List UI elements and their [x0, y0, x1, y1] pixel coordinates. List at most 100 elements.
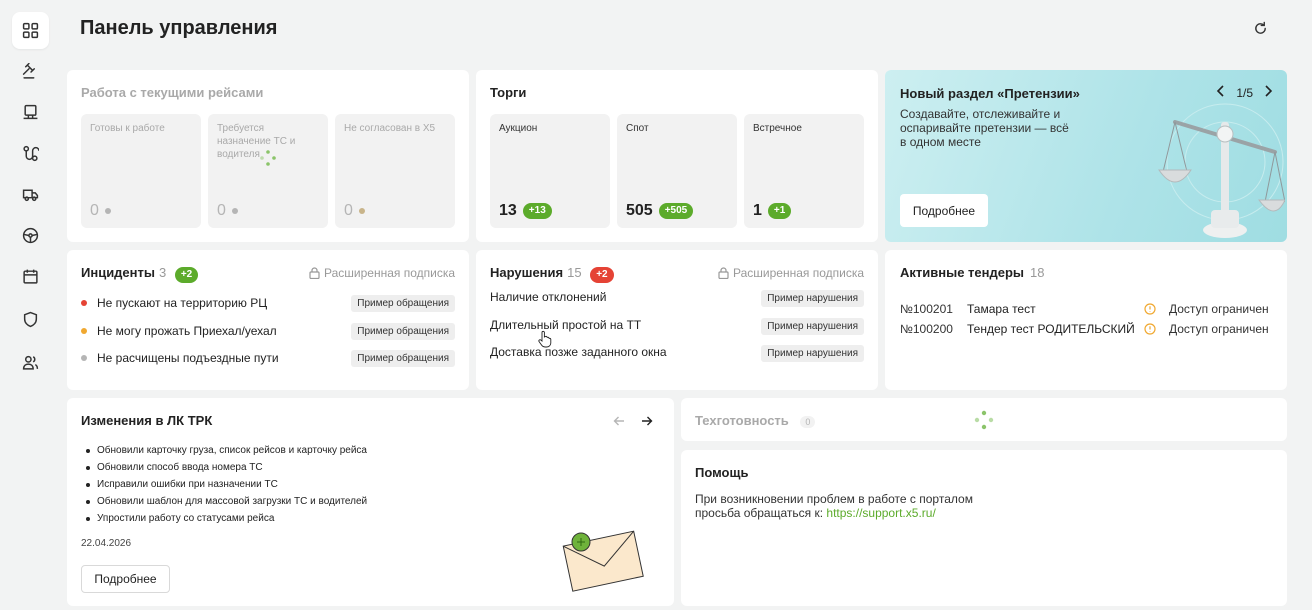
trips-tile-assign[interactable]: Требуется назначение ТС и водителя 0: [208, 114, 328, 228]
status-dot: [231, 208, 238, 214]
incident-item[interactable]: Не могу прожать Приехал/уехал: [81, 324, 277, 338]
new-count-badge: +1: [767, 203, 792, 219]
chevron-left-icon[interactable]: [1216, 85, 1226, 100]
changes-title: Изменения в ЛК ТРК: [81, 413, 213, 428]
techstate-card[interactable]: Техготовность 0: [681, 398, 1287, 441]
sidebar-item-calendar[interactable]: [12, 258, 49, 295]
list-item: Упростили работу со статусами рейса: [83, 510, 367, 527]
hand-cursor-icon: [538, 330, 552, 348]
tender-number[interactable]: №100201: [900, 302, 953, 316]
promo-details-button[interactable]: Подробнее: [900, 194, 988, 227]
arrow-right-icon[interactable]: [641, 414, 653, 432]
violations-title: Нарушения 15 +2: [490, 265, 614, 283]
status-dot: [81, 355, 87, 361]
tender-status: Доступ ограничен: [1144, 302, 1269, 316]
incidents-card: Инциденты 3 +2 Расширенная подписка Не пу…: [67, 250, 469, 390]
monitor-icon: [23, 104, 38, 120]
incidents-title: Инциденты 3 +2: [81, 265, 199, 283]
status-dot: [358, 208, 365, 214]
tile-label: Встречное: [753, 123, 802, 134]
sidebar-item-monitor[interactable]: [12, 94, 49, 131]
violation-item[interactable]: Доставка позже заданного окна: [490, 345, 667, 359]
changes-list: Обновили карточку груза, список рейсов и…: [83, 442, 367, 527]
incident-text: Не пускают на территорию РЦ: [97, 296, 268, 310]
help-text: При возникновении проблем в работе с пор…: [695, 492, 973, 520]
arrow-left-icon[interactable]: [613, 414, 625, 432]
auction-tile[interactable]: Аукцион 13 +13: [490, 114, 610, 228]
tenders-title: Активные тендеры 18: [900, 265, 1044, 280]
tile-value: 13: [499, 202, 517, 219]
spot-tile[interactable]: Спот 505 +505: [617, 114, 737, 228]
lock-icon: [309, 267, 320, 279]
example-tag: Пример обращения: [351, 323, 455, 340]
counter-tile[interactable]: Встречное 1 +1: [744, 114, 864, 228]
sidebar-item-auctions[interactable]: [12, 53, 49, 90]
example-tag: Пример нарушения: [761, 290, 864, 307]
route-icon: [23, 145, 39, 162]
incident-item[interactable]: Не пускают на территорию РЦ: [81, 296, 267, 310]
tile-value: 0: [344, 202, 353, 219]
loading-spinner-icon: [974, 410, 994, 430]
tender-name[interactable]: Тамара тест: [967, 302, 1036, 316]
sidebar-item-transport[interactable]: [12, 176, 49, 213]
tenders-card: Активные тендеры 18 №100201 Тамара тест Д…: [885, 250, 1287, 390]
sidebar-item-security[interactable]: [12, 301, 49, 338]
auctions-title: Торги: [490, 85, 527, 100]
promo-text: Создавайте, отслеживайте и оспаривайте п…: [900, 107, 1069, 149]
incident-text: Не расчищены подъездные пути: [97, 351, 279, 365]
gavel-icon: [22, 63, 35, 79]
incidents-title-text: Инциденты: [81, 265, 155, 280]
list-item: Обновили карточку груза, список рейсов и…: [83, 442, 367, 459]
violations-count: 15: [567, 265, 582, 280]
subscription-label: Расширенная подписка: [732, 266, 864, 280]
tile-value: 0: [217, 202, 226, 219]
sidebar: [0, 0, 62, 610]
tile-value: 0: [90, 202, 99, 219]
status-dot: [81, 328, 87, 334]
chevron-right-icon[interactable]: [1263, 85, 1273, 100]
subscription-note: Расширенная подписка: [309, 266, 455, 280]
refresh-icon: [1254, 21, 1266, 34]
dashboard-icon: [22, 22, 39, 39]
trips-tile-ready[interactable]: Готовы к работе 0: [81, 114, 201, 228]
new-count-badge: +505: [658, 203, 694, 219]
refresh-button[interactable]: [1250, 18, 1270, 38]
violation-item[interactable]: Наличие отклонений: [490, 290, 606, 304]
new-count-badge: +13: [522, 203, 552, 219]
steering-wheel-icon: [22, 227, 39, 244]
tenders-count: 18: [1030, 265, 1045, 280]
sidebar-item-dashboard[interactable]: [12, 12, 49, 49]
sidebar-item-users[interactable]: [12, 344, 49, 381]
promo-pager: 1/5: [1216, 85, 1273, 100]
violations-title-text: Нарушения: [490, 265, 564, 280]
techstate-count: 0: [800, 416, 816, 428]
help-title: Помощь: [695, 465, 749, 480]
example-tag: Пример нарушения: [761, 345, 864, 362]
tender-number[interactable]: №100200: [900, 322, 953, 336]
tile-label: Готовы к работе: [90, 123, 165, 134]
changes-details-button[interactable]: Подробнее: [81, 565, 170, 593]
support-link[interactable]: https://support.x5.ru/: [826, 506, 935, 520]
help-line: При возникновении проблем в работе с пор…: [695, 492, 973, 506]
trips-tile-not-agreed[interactable]: Не согласован в Х5 0: [335, 114, 455, 228]
violation-item[interactable]: Длительный простой на ТТ: [490, 318, 641, 332]
tender-name[interactable]: Тендер тест РОДИТЕЛЬСКИЙ: [967, 322, 1135, 336]
subscription-note: Расширенная подписка: [718, 266, 864, 280]
subscription-label: Расширенная подписка: [323, 266, 455, 280]
tile-value: 1: [753, 202, 762, 219]
status-dot: [81, 300, 87, 306]
incidents-count: 3: [158, 265, 167, 280]
tender-status-text: Доступ ограничен: [1169, 302, 1269, 316]
tile-label: Аукцион: [499, 123, 538, 134]
tenders-title-text: Активные тендеры: [900, 265, 1025, 280]
help-card: Помощь При возникновении проблем в работ…: [681, 450, 1287, 606]
users-icon: [22, 355, 39, 370]
envelope-illustration-icon: [562, 530, 644, 592]
changes-date: 22.04.2026: [81, 538, 132, 549]
techstate-title: Техготовность 0: [695, 413, 816, 428]
sidebar-item-routes[interactable]: [12, 135, 49, 172]
calendar-icon: [23, 269, 38, 284]
sidebar-item-drivers[interactable]: [12, 217, 49, 254]
incident-item[interactable]: Не расчищены подъездные пути: [81, 351, 279, 365]
incidents-new-badge: +2: [174, 267, 199, 283]
